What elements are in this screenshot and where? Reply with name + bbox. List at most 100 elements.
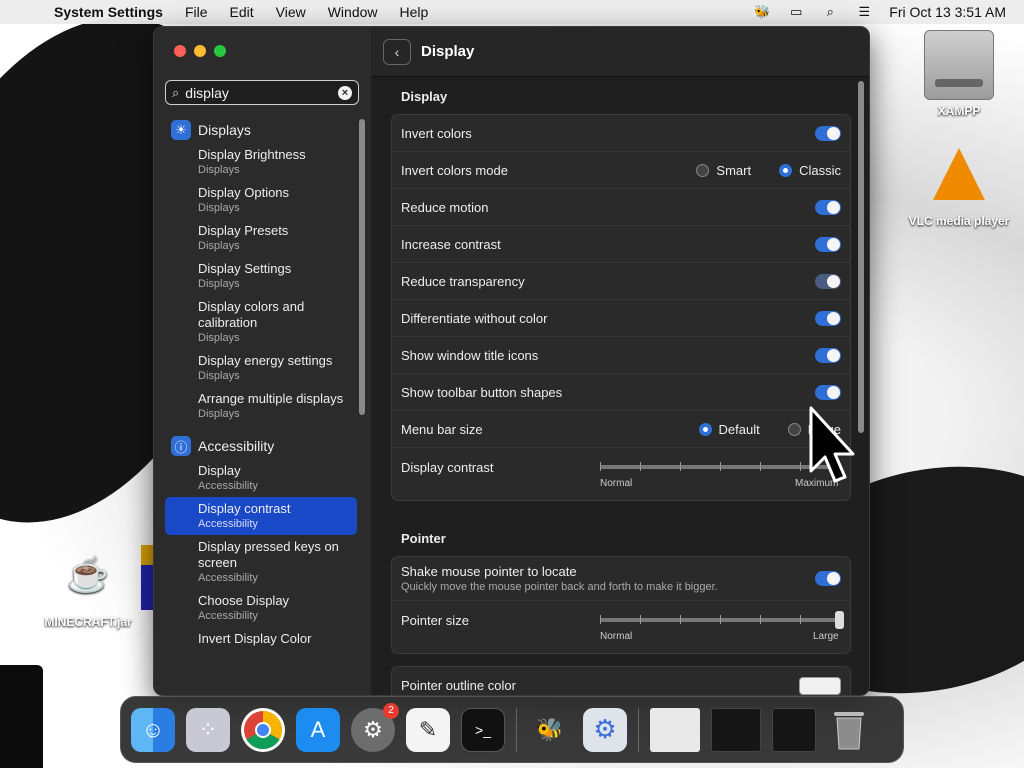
reduce-motion-toggle[interactable] <box>815 199 841 215</box>
settings-content: Display Invert colors Invert colors mode… <box>391 79 851 695</box>
section-title-pointer: Pointer <box>401 531 446 546</box>
menu-window[interactable]: Window <box>328 4 378 20</box>
menu-edit[interactable]: Edit <box>230 4 254 20</box>
result-item[interactable]: Display colors and calibration Displays <box>165 295 357 349</box>
screen-mirroring-icon[interactable]: ▭ <box>787 4 805 19</box>
result-item[interactable]: Display Settings Displays <box>165 257 357 295</box>
result-subtitle: Displays <box>198 408 240 420</box>
slider-knob[interactable] <box>835 611 844 629</box>
window-thumbnail-icon[interactable] <box>650 707 700 752</box>
display-settings-group: Invert colors Invert colors mode Smart C… <box>391 114 851 501</box>
row-toolbar-shapes: Show toolbar button shapes <box>392 374 850 411</box>
spotlight-search-icon[interactable]: ⌕ <box>821 4 839 19</box>
radio-large[interactable] <box>787 422 801 436</box>
menu-bar-clock[interactable]: Fri Oct 13 3:51 AM <box>889 4 1006 20</box>
display-contrast-slider[interactable] <box>600 462 840 471</box>
toolbar-shapes-toggle[interactable] <box>815 384 841 400</box>
menu-file[interactable]: File <box>185 4 208 20</box>
shake-label: Shake mouse pointer to locate <box>401 564 577 579</box>
result-item[interactable]: Arrange multiple displays Displays <box>165 387 357 425</box>
radio-classic[interactable] <box>779 163 793 177</box>
textedit-icon[interactable]: ✎ <box>406 707 450 752</box>
desktop-icon-xampp[interactable]: XAMPP <box>904 30 1014 118</box>
result-title: Display Brightness <box>198 147 306 162</box>
mouse-pointer-icon <box>809 406 855 483</box>
bee-app-icon[interactable]: 🐝 <box>528 708 572 752</box>
desktop-icon-minecraft[interactable]: ☕ MINECRAFT.jar <box>33 555 143 629</box>
radio-smart-label[interactable]: Smart <box>716 163 751 178</box>
system-settings-icon[interactable]: ⚙ 2 <box>351 702 399 752</box>
zoom-window-button[interactable] <box>214 45 226 57</box>
result-subtitle: Accessibility <box>198 572 258 584</box>
close-window-button[interactable] <box>174 45 186 57</box>
result-group-displays[interactable]: ☀ Displays <box>165 117 357 143</box>
result-subtitle: Displays <box>198 370 240 382</box>
finder-icon[interactable]: ☺ <box>131 707 175 752</box>
chrome-icon[interactable] <box>241 707 285 752</box>
result-item[interactable]: Invert Display Color <box>165 627 357 651</box>
sidebar-scrollbar[interactable] <box>359 119 365 415</box>
result-item[interactable]: Display Brightness Displays <box>165 143 357 181</box>
increase-contrast-toggle[interactable] <box>815 236 841 252</box>
dock-separator <box>516 707 517 752</box>
notification-badge: 2 <box>383 702 399 719</box>
result-title: Arrange multiple displays <box>198 391 344 406</box>
sidebar: ⌕ display × ☀ Displays Display Brightnes… <box>154 27 371 695</box>
radio-smart[interactable] <box>696 163 710 177</box>
result-subtitle: Displays <box>198 332 240 344</box>
differentiate-toggle[interactable] <box>815 310 841 326</box>
row-window-title-icons: Show window title icons <box>392 337 850 374</box>
trash-icon[interactable] <box>827 708 871 752</box>
result-item[interactable]: Display energy settings Displays <box>165 349 357 387</box>
desktop-icon-vlc[interactable]: VLC media player <box>904 148 1014 228</box>
window-title-icons-toggle[interactable] <box>815 347 841 363</box>
settings-search-field[interactable]: ⌕ display × <box>165 80 359 105</box>
window-thumbnail-icon[interactable] <box>711 707 761 752</box>
clear-search-icon[interactable]: × <box>338 85 352 100</box>
bee-status-icon[interactable]: 🐝 <box>753 4 771 19</box>
app-store-icon[interactable]: A <box>296 707 340 752</box>
row-label: Invert colors <box>401 125 472 141</box>
result-group-accessibility[interactable]: ⓘ Accessibility <box>165 433 357 459</box>
radio-classic-label[interactable]: Classic <box>799 163 841 178</box>
menu-help[interactable]: Help <box>400 4 429 20</box>
back-button[interactable]: ‹ <box>383 38 411 65</box>
row-differentiate-without-color: Differentiate without color <box>392 300 850 337</box>
section-title-display: Display <box>401 89 448 104</box>
search-input[interactable]: display <box>185 85 338 101</box>
pointer-size-slider[interactable] <box>600 611 844 629</box>
result-item-selected[interactable]: Display contrast Accessibility <box>165 497 357 535</box>
outline-color-well[interactable] <box>799 676 841 695</box>
result-item[interactable]: Display Options Displays <box>165 181 357 219</box>
row-pointer-outline-color: Pointer outline color <box>392 667 850 695</box>
radio-default[interactable] <box>698 422 712 436</box>
result-item[interactable]: Choose Display Accessibility <box>165 589 357 627</box>
invert-colors-toggle[interactable] <box>815 125 841 141</box>
row-label: Increase contrast <box>401 236 501 252</box>
shake-pointer-toggle[interactable] <box>815 571 841 586</box>
slider-min-label: Normal <box>600 478 633 489</box>
result-item[interactable]: Display pressed keys on screen Accessibi… <box>165 535 357 589</box>
control-center-icon[interactable]: ☰ <box>855 4 873 19</box>
menu-view[interactable]: View <box>276 4 306 20</box>
radio-default-label[interactable]: Default <box>719 422 760 437</box>
terminal-icon[interactable]: >_ <box>461 707 505 752</box>
desktop-icon-label: XAMPP <box>937 104 981 118</box>
window-controls <box>174 45 226 57</box>
result-item[interactable]: Display Accessibility <box>165 459 357 497</box>
row-display-contrast: Display contrast Normal Maximum <box>392 448 850 500</box>
result-title: Display Settings <box>198 261 292 276</box>
window-thumbnail-icon[interactable] <box>772 707 816 752</box>
accessibility-icon: ⓘ <box>171 436 191 456</box>
launchpad-icon[interactable]: ⁘ <box>186 707 230 752</box>
result-item[interactable]: Display Presets Displays <box>165 219 357 257</box>
main-scrollbar[interactable] <box>858 81 864 433</box>
slider-max-label: Large <box>813 631 839 642</box>
result-title: Display Presets <box>198 223 289 238</box>
gear-app-icon[interactable]: ⚙ <box>583 707 627 752</box>
menu-app-name[interactable]: System Settings <box>54 4 163 20</box>
reduce-transparency-toggle[interactable] <box>815 273 841 289</box>
minimize-window-button[interactable] <box>194 45 206 57</box>
row-label: Invert colors mode <box>401 162 508 178</box>
result-title: Display energy settings <box>198 353 333 368</box>
